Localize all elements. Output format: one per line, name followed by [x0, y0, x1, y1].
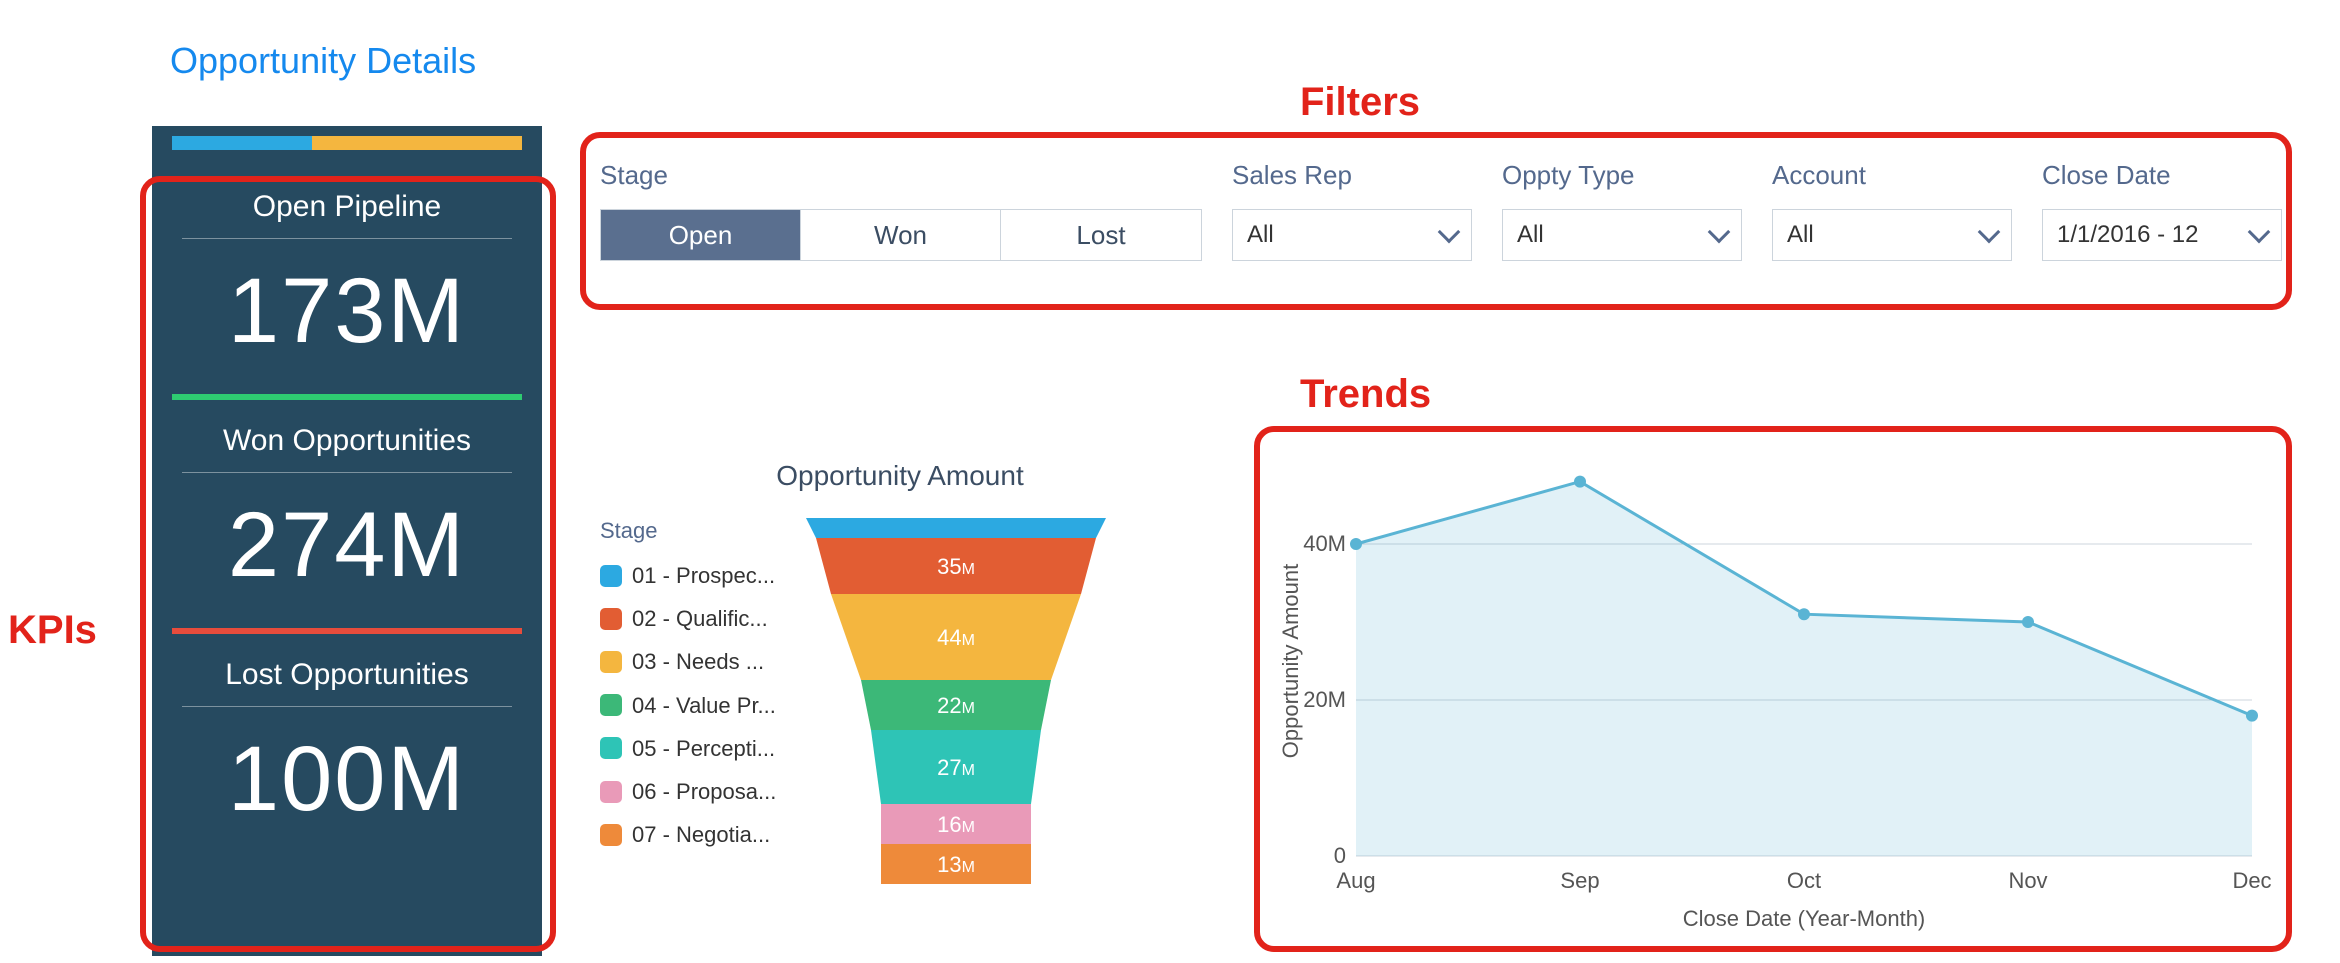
stage-option-open[interactable]: Open — [601, 210, 801, 260]
chevron-down-icon — [1978, 221, 2001, 244]
legend-item[interactable]: 01 - Prospec... — [600, 558, 776, 593]
legend-label: 02 - Qualific... — [632, 601, 768, 636]
oppty-type-select[interactable]: All — [1502, 209, 1742, 261]
filter-label-sales-rep: Sales Rep — [1232, 160, 1472, 191]
filters-bar: Stage Open Won Lost Sales Rep All Oppty … — [600, 160, 2280, 300]
annotation-kpis: KPIs — [8, 608, 97, 653]
legend-label: 01 - Prospec... — [632, 558, 775, 593]
close-date-value: 1/1/2016 - 12 — [2057, 221, 2198, 249]
legend-item[interactable]: 07 - Negotia... — [600, 817, 776, 852]
legend-item[interactable]: 05 - Percepti... — [600, 731, 776, 766]
legend-item[interactable]: 03 - Needs ... — [600, 644, 776, 679]
legend-item[interactable]: 02 - Qualific... — [600, 601, 776, 636]
funnel-legend: 01 - Prospec... 02 - Qualific... 03 - Ne… — [600, 558, 776, 852]
kpi-label: Open Pipeline — [182, 190, 512, 239]
legend-item[interactable]: 06 - Proposa... — [600, 774, 776, 809]
kpi-label: Won Opportunities — [182, 424, 512, 473]
color-swatch — [600, 651, 622, 673]
stage-option-lost[interactable]: Lost — [1001, 210, 1201, 260]
chevron-down-icon — [2248, 221, 2271, 244]
svg-text:0: 0 — [1334, 843, 1346, 868]
stage-option-won[interactable]: Won — [801, 210, 1001, 260]
kpi-label: Lost Opportunities — [182, 658, 512, 707]
svg-text:Sep: Sep — [1560, 868, 1599, 893]
legend-label: 03 - Needs ... — [632, 644, 764, 679]
legend-item[interactable]: 04 - Value Pr... — [600, 688, 776, 723]
account-select[interactable]: All — [1772, 209, 2012, 261]
kpi-accent-bar — [172, 136, 522, 150]
svg-text:Opportunity Amount: Opportunity Amount — [1278, 564, 1303, 758]
color-swatch — [600, 781, 622, 803]
annotation-trends: Trends — [1300, 372, 1431, 417]
color-swatch — [600, 737, 622, 759]
svg-text:40M: 40M — [1303, 531, 1346, 556]
color-swatch — [600, 824, 622, 846]
filter-label-stage: Stage — [600, 160, 1202, 191]
legend-label: 04 - Value Pr... — [632, 688, 776, 723]
svg-text:Nov: Nov — [2008, 868, 2047, 893]
kpi-card-open-pipeline[interactable]: Open Pipeline 173M — [152, 166, 542, 394]
account-value: All — [1787, 221, 1814, 249]
funnel-svg[interactable]: 35M44M22M27M16M13M — [806, 518, 1106, 918]
close-date-select[interactable]: 1/1/2016 - 12 — [2042, 209, 2282, 261]
chevron-down-icon — [1438, 221, 1461, 244]
legend-label: 06 - Proposa... — [632, 774, 776, 809]
filter-label-account: Account — [1772, 160, 2012, 191]
trend-chart[interactable]: 0 20M 40M Aug Sep Oct Nov Dec Close Date (Year-M… — [1276, 446, 2272, 936]
legend-label: 05 - Percepti... — [632, 731, 775, 766]
chevron-down-icon — [1708, 221, 1731, 244]
stage-segmented-control: Open Won Lost — [600, 209, 1202, 261]
oppty-type-value: All — [1517, 221, 1544, 249]
kpi-card-won-opportunities[interactable]: Won Opportunities 274M — [152, 400, 542, 628]
sales-rep-select[interactable]: All — [1232, 209, 1472, 261]
color-swatch — [600, 565, 622, 587]
filter-label-oppty-type: Oppty Type — [1502, 160, 1742, 191]
funnel-legend-title: Stage — [600, 518, 776, 544]
page-title[interactable]: Opportunity Details — [170, 40, 476, 82]
annotation-filters: Filters — [1300, 80, 1420, 125]
kpi-panel: Open Pipeline 173M Won Opportunities 274… — [152, 126, 542, 956]
svg-text:Close Date (Year-Month): Close Date (Year-Month) — [1683, 906, 1926, 931]
kpi-value: 173M — [182, 259, 512, 364]
svg-text:Dec: Dec — [2232, 868, 2271, 893]
color-swatch — [600, 608, 622, 630]
funnel-chart: Opportunity Amount Stage 01 - Prospec...… — [600, 460, 1200, 918]
svg-text:Aug: Aug — [1336, 868, 1375, 893]
funnel-title: Opportunity Amount — [600, 460, 1200, 492]
svg-text:Oct: Oct — [1787, 868, 1821, 893]
kpi-card-lost-opportunities[interactable]: Lost Opportunities 100M — [152, 634, 542, 862]
sales-rep-value: All — [1247, 221, 1274, 249]
svg-text:20M: 20M — [1303, 687, 1346, 712]
filter-label-close-date: Close Date — [2042, 160, 2282, 191]
color-swatch — [600, 694, 622, 716]
legend-label: 07 - Negotia... — [632, 817, 770, 852]
kpi-value: 274M — [182, 493, 512, 598]
kpi-value: 100M — [182, 727, 512, 832]
